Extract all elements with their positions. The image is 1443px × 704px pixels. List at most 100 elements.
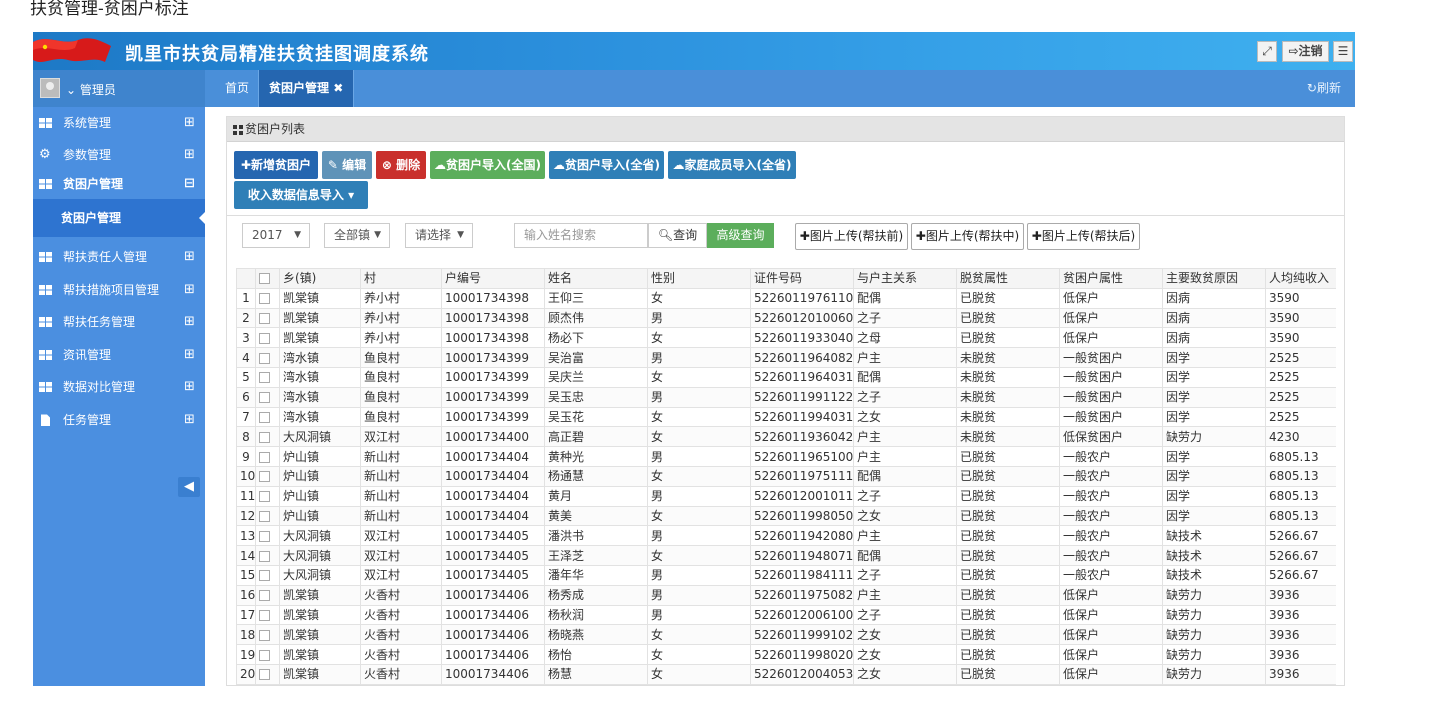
sidebar-item-system[interactable]: 系统管理 ⊞: [33, 107, 205, 139]
row-number: 19: [236, 644, 256, 665]
table-row[interactable]: 19 凯棠镇 火香村 10001734406 杨怡女 52260119980206 之女 已脱…: [236, 644, 1336, 665]
row-checkbox[interactable]: [255, 584, 280, 606]
tab-home[interactable]: 首页: [215, 70, 259, 107]
row-checkbox[interactable]: [255, 327, 280, 349]
sidebar-item-tasks[interactable]: 帮扶任务管理 ⊞: [33, 306, 205, 338]
column-header[interactable]: 人均纯收入: [1265, 268, 1336, 289]
row-checkbox[interactable]: [255, 564, 280, 586]
refresh-button[interactable]: ↻刷新: [1307, 70, 1341, 107]
column-header[interactable]: 村: [360, 268, 442, 289]
village-select[interactable]: 请选择 ▼: [405, 223, 473, 248]
town-select[interactable]: 全部镇 ▼: [324, 223, 390, 248]
table-row[interactable]: 11 炉山镇 新山村 10001734404 黄月男 52260120010115 之子 已脱…: [236, 485, 1336, 507]
row-checkbox[interactable]: [255, 347, 280, 368]
table-row[interactable]: 17 凯棠镇火香村10001734406杨秋润男52260120061006(之子…: [236, 604, 1336, 626]
table-row[interactable]: 5 湾水镇 鱼良村 10001734399 吴庆兰女 52260119640310 配偶 未脱…: [236, 366, 1336, 388]
row-checkbox[interactable]: [255, 525, 280, 547]
table-row[interactable]: 9 炉山镇 新山村 10001734404 黄种光男 52260119651006 户主 已脱…: [236, 446, 1336, 467]
table-row[interactable]: 14 大风洞镇 双江村 10001734405 王泽芝女 52260119480714 配偶…: [236, 545, 1336, 566]
menu-button[interactable]: ☰: [1333, 41, 1353, 62]
sidebar-subitem-poor-household[interactable]: 贫困户管理: [33, 199, 205, 237]
table-cell: 10001734399: [441, 347, 545, 368]
sidebar-collapse-button[interactable]: ◀: [178, 477, 200, 497]
row-checkbox[interactable]: [255, 624, 280, 646]
column-header[interactable]: 乡(镇): [279, 268, 361, 289]
sidebar-item-responsible[interactable]: 帮扶责任人管理 ⊞: [33, 241, 205, 273]
row-checkbox[interactable]: [255, 366, 280, 388]
table-row[interactable]: 18 凯棠镇火香村10001734406杨晓燕女52260119991026(之女…: [236, 624, 1336, 646]
table-cell: 之女: [853, 406, 957, 428]
table-cell: 潘年华: [544, 564, 648, 586]
table-cell: 双江村: [360, 545, 442, 566]
user-menu[interactable]: ⌄ 管理员: [33, 70, 205, 107]
query-button[interactable]: 🔍︎查询: [648, 223, 707, 248]
table-cell: 户主: [853, 584, 957, 606]
column-header[interactable]: 贫困户属性: [1059, 268, 1163, 289]
sidebar-item-news[interactable]: 资讯管理 ⊞: [33, 339, 205, 371]
table-row[interactable]: 10 炉山镇 新山村 10001734404 杨通慧女 52260119751113 配偶已…: [236, 465, 1336, 487]
import-province-button[interactable]: ☁贫困户导入(全省): [549, 151, 664, 179]
table-row[interactable]: 2 凯棠镇养小村10001734398顾杰伟男52260120100605(之子已…: [236, 307, 1336, 329]
table-cell: 女: [647, 465, 751, 487]
row-checkbox[interactable]: [255, 505, 280, 527]
row-checkbox[interactable]: [255, 485, 280, 507]
add-household-button[interactable]: ✚新增贫困户: [234, 151, 318, 179]
column-header[interactable]: 证件号码: [750, 268, 854, 289]
sidebar-item-poor-household[interactable]: 贫困户管理 ⊟: [33, 168, 205, 200]
table-row[interactable]: 15 大风洞镇 双江村 10001734405 潘年华男 52260119841110 之子…: [236, 564, 1336, 586]
column-header[interactable]: 户编号: [441, 268, 545, 289]
row-checkbox[interactable]: [255, 307, 280, 329]
import-national-button[interactable]: ☁贫困户导入(全国): [430, 151, 545, 179]
close-icon[interactable]: ✖: [333, 81, 343, 95]
select-all-checkbox[interactable]: [255, 268, 280, 289]
row-checkbox[interactable]: [255, 644, 280, 665]
table-row[interactable]: 12 炉山镇 新山村 10001734404 黄美女 52260119980504 之女 已脱…: [236, 505, 1336, 527]
table-cell: 黄美: [544, 505, 648, 527]
table-row[interactable]: 13 大风洞镇 双江村 10001734405 潘洪书男 52260119420807 户主…: [236, 525, 1336, 547]
upload-after-button[interactable]: ✚图片上传(帮扶后): [1027, 223, 1140, 250]
row-checkbox[interactable]: [255, 446, 280, 467]
tab-poor-household[interactable]: 贫困户管理 ✖: [258, 70, 355, 107]
income-import-dropdown[interactable]: 收入数据信息导入 ▾: [234, 181, 368, 209]
row-checkbox[interactable]: [255, 426, 280, 448]
delete-button[interactable]: ⊗ 删除: [376, 151, 426, 179]
column-header[interactable]: 脱贫属性: [956, 268, 1060, 289]
table-row[interactable]: 20 凯棠镇火香村10001734406杨慧女52260120040530(之女已…: [236, 663, 1336, 685]
table-row[interactable]: 16 凯棠镇 火香村 10001734406 杨秀成男 52260119750828 户主已…: [236, 584, 1336, 606]
column-header[interactable]: 与户主关系: [853, 268, 957, 289]
row-checkbox[interactable]: [255, 406, 280, 428]
column-header[interactable]: 性别: [647, 268, 751, 289]
advanced-query-button[interactable]: 高级查询: [707, 223, 774, 248]
name-search-input[interactable]: 输入姓名搜索: [514, 223, 648, 248]
table-row[interactable]: 3 凯棠镇 养小村 10001734398 杨必下女 52260119330408 之母 已脱…: [236, 327, 1336, 349]
expand-icon: ⊞: [184, 282, 195, 297]
table-row[interactable]: 1 凯棠镇 养小村 10001734398 王仰三女 52260119761104 配偶 已脱…: [236, 287, 1336, 309]
sidebar-item-measures[interactable]: 帮扶措施项目管理 ⊞: [33, 274, 205, 306]
table-cell: 一般贫困户: [1059, 347, 1163, 368]
table-cell: 女: [647, 545, 751, 566]
row-checkbox[interactable]: [255, 604, 280, 626]
fullscreen-button[interactable]: ⤢: [1257, 41, 1277, 62]
row-checkbox[interactable]: [255, 287, 280, 309]
table-row[interactable]: 4 湾水镇 鱼良村 10001734399 吴治富男 52260119640826 户主 未脱…: [236, 347, 1336, 368]
row-checkbox[interactable]: [255, 386, 280, 408]
edit-button[interactable]: ✎ 编辑: [322, 151, 372, 179]
logout-button[interactable]: ⇨注销: [1282, 41, 1329, 62]
row-checkbox[interactable]: [255, 663, 280, 685]
upload-before-button[interactable]: ✚图片上传(帮扶前): [795, 223, 908, 250]
import-family-button[interactable]: ☁家庭成员导入(全省): [668, 151, 796, 179]
sidebar-item-params[interactable]: ⚙ 参数管理 ⊞: [33, 139, 205, 171]
column-header[interactable]: 姓名: [544, 268, 648, 289]
table-row[interactable]: 6 湾水镇 鱼良村 10001734399 吴玉忠男 52260119911228 之子 未脱…: [236, 386, 1336, 408]
row-checkbox[interactable]: [255, 545, 280, 566]
column-header[interactable]: 主要致贫原因: [1162, 268, 1266, 289]
row-checkbox[interactable]: [255, 465, 280, 487]
sidebar-item-task-management[interactable]: 任务管理 ⊞: [33, 404, 205, 436]
table-cell: 火香村: [360, 604, 442, 626]
upload-during-button[interactable]: ✚图片上传(帮扶中): [911, 223, 1024, 250]
table-row[interactable]: 8 大风洞镇 双江村 10001734400 高正碧女 52260119360426 户主未…: [236, 426, 1336, 448]
table-cell: 52260119750828: [750, 584, 854, 606]
table-row[interactable]: 7 湾水镇 鱼良村 10001734399 吴玉花女 52260119940312 之女 未脱…: [236, 406, 1336, 428]
sidebar-item-data-compare[interactable]: 数据对比管理 ⊞: [33, 371, 205, 403]
year-select[interactable]: 2017 ▼: [242, 223, 310, 248]
